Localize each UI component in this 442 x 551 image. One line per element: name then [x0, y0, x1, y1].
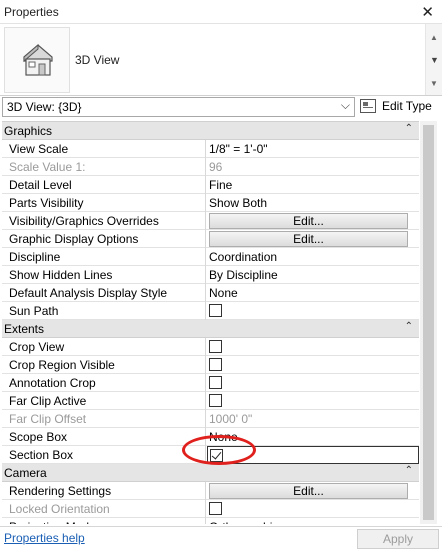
- property-value: Edit...: [207, 230, 419, 248]
- property-row: Far Clip Active: [2, 392, 419, 410]
- checkbox[interactable]: [209, 358, 222, 371]
- property-label: Locked Orientation: [2, 500, 206, 518]
- property-value[interactable]: 1/8" = 1'-0": [207, 140, 419, 158]
- property-value: [207, 374, 419, 392]
- checkbox[interactable]: [209, 394, 222, 407]
- property-label: View Scale: [2, 140, 206, 158]
- type-selector[interactable]: 3D View ▲ ▼ ▼: [0, 24, 442, 96]
- instance-selector-value: 3D View: {3D}: [7, 100, 82, 114]
- chevron-down-icon[interactable]: ⌵: [341, 98, 350, 113]
- properties-titlebar: Properties ✕: [0, 0, 442, 24]
- property-label: Sun Path: [2, 302, 206, 320]
- property-row: Sun Path: [2, 302, 419, 320]
- property-label: Scope Box: [2, 428, 206, 446]
- edit-type-label: Edit Type: [382, 99, 432, 113]
- instance-selector[interactable]: 3D View: {3D} ⌵: [2, 97, 355, 117]
- property-row: Scale Value 1: 96: [2, 158, 419, 176]
- checkbox[interactable]: [209, 304, 222, 317]
- checkbox[interactable]: [209, 340, 222, 353]
- property-row: Discipline Coordination: [2, 248, 419, 266]
- property-label: Crop View: [2, 338, 206, 356]
- properties-footer: Properties help Apply: [0, 526, 442, 551]
- instance-row: 3D View: {3D} ⌵ Edit Type: [0, 96, 442, 119]
- edit-button[interactable]: Edit...: [209, 231, 408, 247]
- property-value: 96: [209, 160, 223, 174]
- properties-help-link[interactable]: Properties help: [4, 531, 85, 545]
- panel-title: Properties: [4, 5, 59, 19]
- property-label: Far Clip Active: [2, 392, 206, 410]
- property-value[interactable]: Show Both: [207, 194, 419, 212]
- collapse-icon[interactable]: ⌃: [405, 123, 413, 134]
- property-value: Edit...: [207, 482, 419, 500]
- property-label: Graphic Display Options: [2, 230, 206, 248]
- property-row: Rendering Settings Edit...: [2, 482, 419, 500]
- property-row: Show Hidden Lines By Discipline: [2, 266, 419, 284]
- property-label: Far Clip Offset: [2, 410, 206, 428]
- property-value[interactable]: By Discipline: [207, 266, 419, 284]
- property-value: [207, 302, 419, 320]
- apply-button[interactable]: Apply: [357, 529, 439, 549]
- collapse-icon[interactable]: ⌃: [405, 321, 413, 332]
- property-row: Locked Orientation: [2, 500, 419, 518]
- group-title: Graphics: [4, 124, 53, 138]
- property-row: Annotation Crop: [2, 374, 419, 392]
- checkbox: [209, 502, 222, 515]
- type-name: 3D View: [75, 53, 120, 67]
- property-label: Projection Mode: [2, 518, 206, 524]
- property-row: Default Analysis Display Style None: [2, 284, 419, 302]
- property-label: Show Hidden Lines: [2, 266, 206, 284]
- property-value: [207, 338, 419, 356]
- property-label: Parts Visibility: [2, 194, 206, 212]
- type-scroll[interactable]: ▲ ▼ ▼: [425, 24, 442, 95]
- properties-scrollbar[interactable]: [420, 121, 437, 524]
- property-row: Visibility/Graphics Overrides Edit...: [2, 212, 419, 230]
- property-value[interactable]: Coordination: [207, 248, 419, 266]
- group-header[interactable]: Graphics ⌃: [2, 122, 419, 140]
- dropdown-icon[interactable]: ▼: [430, 55, 439, 65]
- edit-button[interactable]: Edit...: [209, 213, 408, 229]
- property-label: Rendering Settings: [2, 482, 206, 500]
- property-label: Annotation Crop: [2, 374, 206, 392]
- property-label: Detail Level: [2, 176, 206, 194]
- group-header[interactable]: Camera ⌃: [2, 464, 419, 482]
- edit-button[interactable]: Edit...: [209, 483, 408, 499]
- property-value[interactable]: Fine: [207, 176, 419, 194]
- property-label: Section Box: [2, 446, 206, 464]
- edit-type-icon: [360, 99, 376, 113]
- property-row: Projection ModeOrthographic: [2, 518, 419, 524]
- scrollbar-thumb[interactable]: [423, 125, 434, 520]
- close-icon[interactable]: ✕: [421, 3, 434, 21]
- house-3d-icon: [4, 27, 70, 93]
- property-value: [207, 500, 419, 518]
- scroll-down-icon[interactable]: ▼: [430, 79, 438, 88]
- property-label: Visibility/Graphics Overrides: [2, 212, 206, 230]
- checkbox[interactable]: [209, 376, 222, 389]
- property-row: Far Clip Offset 1000' 0": [2, 410, 419, 428]
- group-title: Camera: [4, 466, 47, 480]
- section-box-highlight: [182, 435, 256, 465]
- property-value: 1000' 0": [209, 412, 253, 426]
- property-label: Scale Value 1:: [2, 158, 206, 176]
- property-label: Default Analysis Display Style: [2, 284, 206, 302]
- property-value: [207, 356, 419, 374]
- property-label: Discipline: [2, 248, 206, 266]
- property-value[interactable]: None: [207, 284, 419, 302]
- property-label: Crop Region Visible: [2, 356, 206, 374]
- property-value: [207, 392, 419, 410]
- property-row: Crop Region Visible: [2, 356, 419, 374]
- property-value: Edit...: [207, 212, 419, 230]
- property-value[interactable]: Orthographic: [207, 518, 419, 524]
- property-row: Graphic Display Options Edit...: [2, 230, 419, 248]
- property-row: Parts Visibility Show Both: [2, 194, 419, 212]
- group-header[interactable]: Extents ⌃: [2, 320, 419, 338]
- scroll-up-icon[interactable]: ▲: [430, 33, 438, 42]
- collapse-icon[interactable]: ⌃: [405, 465, 413, 476]
- property-row: View Scale 1/8" = 1'-0": [2, 140, 419, 158]
- property-row: Crop View: [2, 338, 419, 356]
- property-row: Detail Level Fine: [2, 176, 419, 194]
- group-title: Extents: [4, 322, 45, 336]
